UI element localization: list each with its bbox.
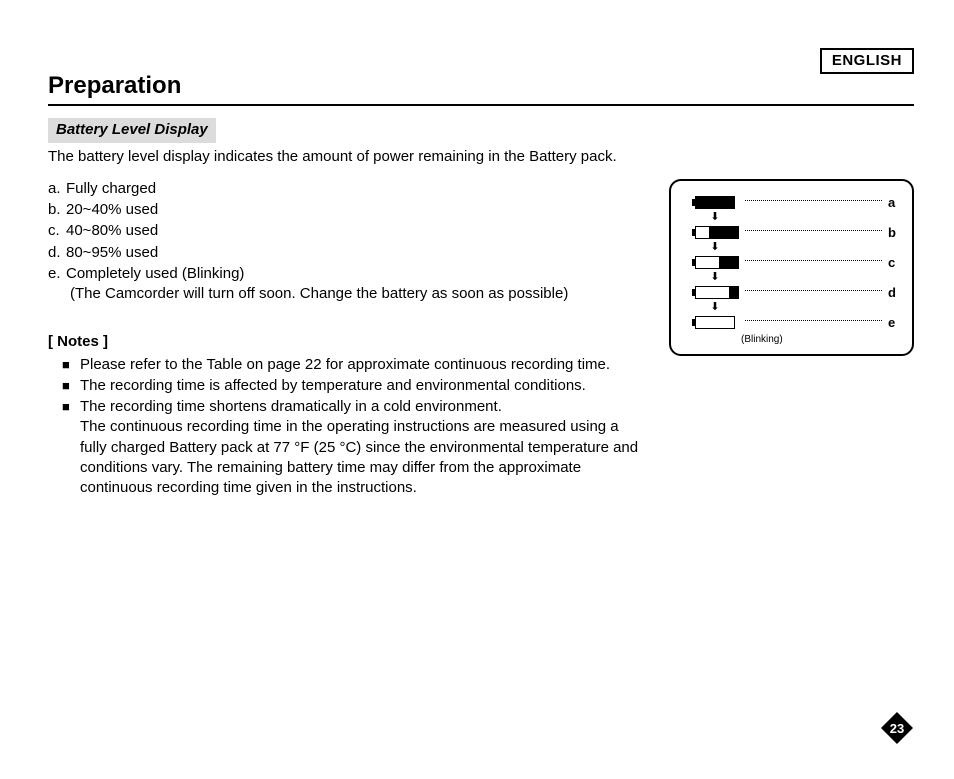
level-text: 20~40% used (66, 201, 158, 218)
diagram-row: e (695, 315, 900, 331)
level-key: a. (48, 179, 66, 199)
level-key: e. (48, 264, 66, 284)
diagram-row: b (695, 225, 900, 241)
battery-icon (695, 316, 739, 329)
intro-text: The battery level display indicates the … (48, 147, 914, 167)
bullet-icon: ■ (62, 397, 70, 417)
diagram-row: d (695, 285, 900, 301)
bullet-icon: ■ (62, 376, 70, 396)
note-extra-text: The continuous recording time in the ope… (80, 417, 649, 498)
note-text: Please refer to the Table on page 22 for… (80, 356, 610, 373)
diagram-row: c (695, 255, 900, 271)
leader-dots (745, 320, 882, 321)
battery-icon (695, 196, 739, 209)
page-number-badge: 23 (880, 711, 914, 745)
section-subheading: Battery Level Display (48, 118, 216, 142)
note-text: The recording time is affected by temper… (80, 377, 586, 394)
level-key: d. (48, 243, 66, 263)
note-text: The recording time shortens dramatically… (80, 398, 502, 415)
page-title: Preparation (48, 70, 914, 102)
diagram-label: e (888, 314, 900, 332)
note-item: ■ The recording time shortens dramaticall… (48, 397, 649, 498)
blinking-label: (Blinking) (741, 333, 900, 347)
battery-diagram: a ⬇ b ⬇ c ⬇ d ⬇ e (Blinking) (669, 179, 914, 357)
notes-list: ■ Please refer to the Table on page 22 fo… (48, 355, 649, 499)
leader-dots (745, 230, 882, 231)
title-rule (48, 104, 914, 106)
diagram-label: b (888, 224, 900, 242)
notes-heading: [ Notes ] (48, 332, 649, 352)
level-key: b. (48, 200, 66, 220)
level-key: c. (48, 221, 66, 241)
battery-icon (695, 226, 739, 239)
bullet-icon: ■ (62, 355, 70, 375)
diagram-label: a (888, 194, 900, 212)
note-item: ■ The recording time is affected by tempe… (48, 376, 649, 396)
diagram-label: d (888, 284, 900, 302)
level-text: 80~95% used (66, 244, 158, 261)
battery-icon (695, 256, 739, 269)
level-text: 40~80% used (66, 222, 158, 239)
battery-icon (695, 286, 739, 299)
page-number: 23 (890, 721, 904, 736)
diagram-label: c (888, 254, 900, 272)
down-arrow-icon: ⬇ (693, 242, 737, 253)
level-item: b.20~40% used (48, 200, 649, 220)
diagram-row: a (695, 195, 900, 211)
battery-levels-list: a.Fully charged b.20~40% used c.40~80% u… (48, 179, 649, 305)
level-text: Fully charged (66, 180, 156, 197)
level-text: Completely used (Blinking) (66, 265, 244, 282)
leader-dots (745, 290, 882, 291)
level-item: e.Completely used (Blinking) (The Camcor… (48, 264, 649, 305)
level-item: c.40~80% used (48, 221, 649, 241)
leader-dots (745, 200, 882, 201)
leader-dots (745, 260, 882, 261)
level-item: a.Fully charged (48, 179, 649, 199)
note-item: ■ Please refer to the Table on page 22 fo… (48, 355, 649, 375)
language-label: ENGLISH (820, 48, 914, 74)
level-item: d.80~95% used (48, 243, 649, 263)
level-subtext: (The Camcorder will turn off soon. Chang… (70, 284, 649, 304)
down-arrow-icon: ⬇ (693, 272, 737, 283)
down-arrow-icon: ⬇ (693, 302, 737, 313)
down-arrow-icon: ⬇ (693, 212, 737, 223)
